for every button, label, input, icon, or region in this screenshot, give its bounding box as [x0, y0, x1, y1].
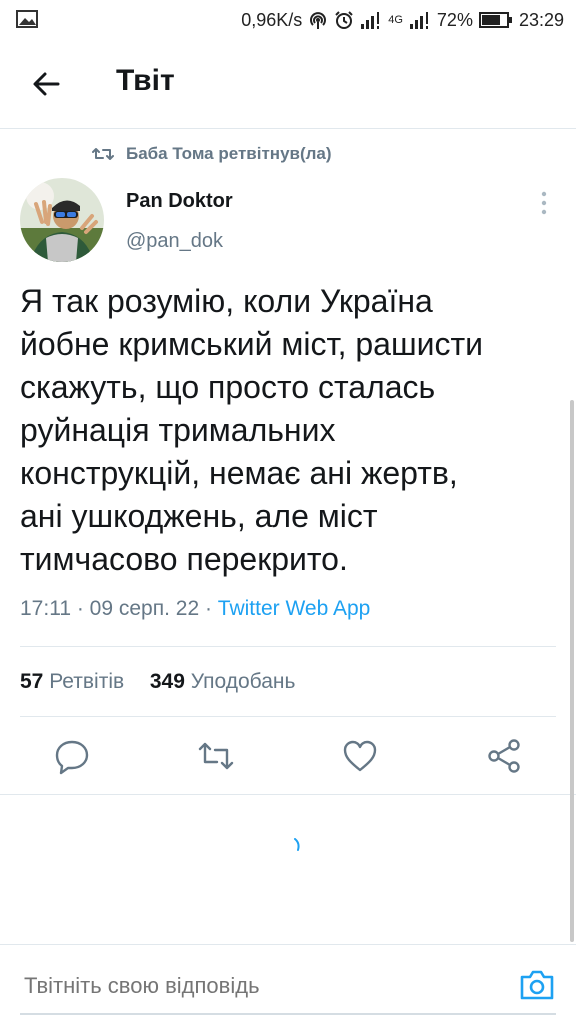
share-icon[interactable]: [484, 736, 524, 776]
clock: 23:29: [518, 9, 564, 30]
divider: [20, 646, 556, 647]
reply-input-underline: [20, 1013, 556, 1015]
tweet-text-line: руйнація тримальних: [20, 412, 336, 448]
signal-icon: [409, 12, 428, 29]
reply-bar: [0, 944, 576, 1025]
status-indicators: 0,96K/s 4G 72% 23:29: [241, 6, 564, 34]
retweet-icon: [92, 148, 114, 160]
battery-percentage: 72%: [436, 9, 473, 30]
divider: [0, 794, 576, 795]
reply-input[interactable]: [24, 973, 484, 999]
retweet-context[interactable]: Баба Тома ретвітнув(ла): [92, 144, 332, 164]
reply-icon[interactable]: [52, 736, 92, 776]
like-icon[interactable]: [340, 736, 380, 776]
retweet-icon[interactable]: [196, 736, 236, 776]
hotspot-icon: [310, 12, 327, 29]
retweets-count: 57: [20, 670, 44, 693]
tweet-date: 09 серп. 22: [89, 597, 200, 620]
likes-label: Уподобань: [190, 670, 296, 693]
retweets-label: Ретвітів: [49, 670, 125, 693]
scrollbar[interactable]: [570, 400, 574, 942]
tweet-text-line: конструкцій, немає ані жертв,: [20, 455, 458, 491]
tweet-text-line: тимчасово перекрито.: [20, 541, 348, 577]
network-type: 4G: [388, 14, 403, 26]
tweet-text-line: йобне кримський міст, рашисти: [20, 326, 484, 362]
separator: ·: [204, 597, 218, 620]
retweets-stat[interactable]: 57 Ретвітів: [20, 670, 124, 693]
retweeted-by-label: Баба Тома ретвітнув(ла): [126, 144, 332, 163]
tweet-text-line: ані ушкоджень, але міст: [20, 498, 378, 534]
tweet-actions: [0, 736, 576, 776]
loading-spinner-icon: [294, 838, 300, 851]
battery-icon: [478, 12, 512, 28]
signal-icon: [361, 12, 380, 29]
network-speed: 0,96K/s: [241, 9, 303, 30]
tweet-text-line: Я так розумію, коли Україна: [20, 283, 433, 319]
more-vertical-icon[interactable]: [534, 190, 554, 216]
tweet-text: Я так розумію, коли Україна йобне кримсь…: [20, 280, 560, 581]
back-arrow-icon[interactable]: [28, 66, 64, 102]
tweet-time: 17:11: [20, 597, 71, 620]
status-bar: 0,96K/s 4G 72% 23:29: [0, 0, 576, 40]
tweet-text-line: скажуть, що просто сталась: [20, 369, 436, 405]
image-icon: [16, 10, 38, 28]
separator: ·: [76, 597, 90, 620]
avatar[interactable]: [20, 178, 104, 262]
camera-icon[interactable]: [518, 967, 556, 1003]
source-app-link[interactable]: Twitter Web App: [218, 597, 371, 620]
top-app-bar: Твіт: [0, 40, 576, 129]
author-name[interactable]: Pan Doktor: [126, 190, 233, 213]
alarm-icon: [335, 11, 353, 29]
tweet-meta: 17:11 · 09 серп. 22 · Twitter Web App: [20, 597, 370, 621]
divider: [20, 716, 556, 717]
likes-count: 349: [149, 670, 185, 693]
tweet-stats: 57 Ретвітів 349 Уподобань: [20, 670, 295, 694]
likes-stat[interactable]: 349 Уподобань: [150, 670, 296, 693]
author-handle[interactable]: @pan_dok: [126, 230, 223, 253]
page-title: Твіт: [116, 64, 175, 97]
